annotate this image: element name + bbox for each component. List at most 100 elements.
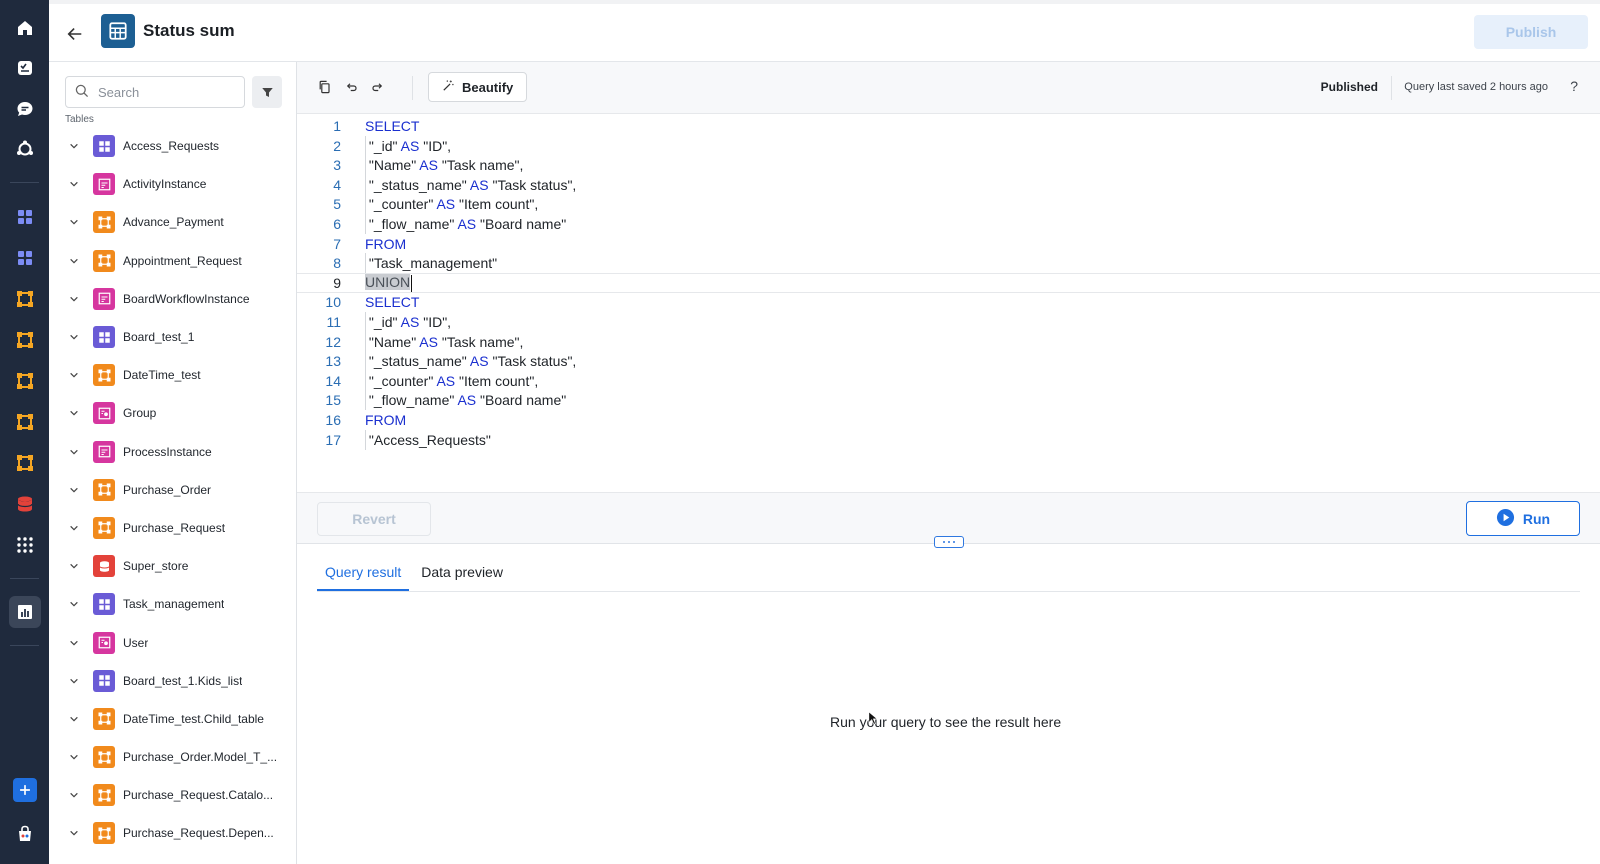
sql-keyword: SELECT: [365, 118, 420, 134]
table-list-item[interactable]: ProcessInstance: [65, 433, 290, 471]
filter-icon[interactable]: [252, 76, 282, 108]
code-line: 13 "_status_name" AS "Task status",: [297, 351, 1600, 372]
chevron-down-icon[interactable]: [67, 826, 81, 840]
board-icon: [93, 593, 115, 616]
search-placeholder: Search: [98, 84, 140, 100]
grid-menu-icon[interactable]: [9, 529, 41, 561]
flow-icon: [93, 364, 115, 387]
text-caret: [411, 274, 413, 292]
chevron-down-icon[interactable]: [67, 368, 81, 382]
add-icon[interactable]: [13, 778, 37, 802]
table-list-item[interactable]: Super_store: [65, 547, 290, 585]
chevron-down-icon[interactable]: [67, 597, 81, 611]
code-text: "_status_name" AS "Task status",: [365, 353, 576, 369]
integrations-icon[interactable]: [9, 133, 41, 165]
chevron-down-icon[interactable]: [67, 292, 81, 306]
help-icon[interactable]: ?: [1570, 78, 1578, 94]
home-icon[interactable]: [9, 12, 41, 44]
table-list-item[interactable]: Purchase_Request.Catalo...: [65, 776, 290, 814]
sql-code-editor[interactable]: 1 SELECT 2 "_id" AS "ID", 3 "Name" AS "Task…: [297, 114, 1600, 492]
chevron-down-icon[interactable]: [67, 636, 81, 650]
publish-button[interactable]: Publish: [1474, 15, 1588, 49]
chevron-down-icon[interactable]: [67, 788, 81, 802]
flow-icon[interactable]: [9, 447, 41, 479]
chevron-down-icon[interactable]: [67, 483, 81, 497]
chevron-down-icon[interactable]: [67, 406, 81, 420]
chevron-down-icon[interactable]: [67, 215, 81, 229]
code-token: "_id": [365, 137, 401, 154]
chevron-down-icon[interactable]: [67, 521, 81, 535]
copy-icon[interactable]: [314, 76, 336, 98]
table-list-item[interactable]: Advance_Payment: [65, 203, 290, 241]
code-line: 6 "_flow_name" AS "Board name": [297, 214, 1600, 234]
redo-icon[interactable]: [366, 76, 388, 98]
table-list-item[interactable]: Purchase_Order: [65, 471, 290, 509]
tab-data-preview[interactable]: Data preview: [413, 558, 511, 591]
table-name: DateTime_test: [123, 368, 201, 383]
line-number: 11: [326, 314, 341, 330]
flow-icon: [93, 746, 115, 769]
page-header: Status sum Publish: [49, 0, 1600, 62]
undo-icon[interactable]: [340, 76, 362, 98]
results-tabs: Query result Data preview: [317, 558, 1580, 592]
chevron-down-icon[interactable]: [67, 674, 81, 688]
search-icon: [74, 83, 90, 102]
code-line: 3 "Name" AS "Task name",: [297, 155, 1600, 176]
code-token: "Item count",: [455, 372, 539, 389]
table-list-item[interactable]: Group: [65, 394, 290, 432]
table-list-item[interactable]: DateTime_test.Child_table: [65, 700, 290, 738]
flow-icon[interactable]: [9, 283, 41, 315]
flow-icon[interactable]: [9, 365, 41, 397]
table-list-item[interactable]: Board_test_1: [65, 318, 290, 356]
table-name: Board_test_1: [123, 330, 195, 345]
run-button[interactable]: Run: [1466, 501, 1580, 536]
apps-icon[interactable]: [9, 242, 41, 274]
apps-icon[interactable]: [9, 201, 41, 233]
chevron-down-icon[interactable]: [67, 254, 81, 268]
chevron-down-icon[interactable]: [67, 177, 81, 191]
flow-icon[interactable]: [9, 406, 41, 438]
revert-button[interactable]: Revert: [317, 502, 431, 536]
chevron-down-icon[interactable]: [67, 445, 81, 459]
table-list-item[interactable]: ActivityInstance: [65, 165, 290, 203]
table-list-item[interactable]: DateTime_test: [65, 356, 290, 394]
code-token: "ID",: [419, 137, 452, 154]
tasks-icon[interactable]: [9, 52, 41, 84]
table-list-item[interactable]: BoardWorkflowInstance: [65, 280, 290, 318]
process-icon: [93, 440, 115, 463]
chevron-down-icon[interactable]: [67, 139, 81, 153]
table-name: Purchase_Order: [123, 482, 212, 497]
code-line: 16 FROM: [297, 410, 1600, 430]
table-list-item[interactable]: Purchase_Request: [65, 509, 290, 547]
search-input[interactable]: Search: [65, 76, 245, 108]
table-list-item[interactable]: Task_management: [65, 585, 290, 623]
code-line: 9 UNION: [297, 272, 1600, 293]
database-icon[interactable]: [9, 488, 41, 520]
run-label: Run: [1522, 510, 1551, 527]
code-text: "Name" AS "Task name",: [365, 334, 524, 350]
code-token: "_status_name": [365, 353, 470, 370]
tab-query-result[interactable]: Query result: [317, 558, 410, 591]
code-text: "_status_name" AS "Task status",: [365, 177, 576, 193]
flow-icon[interactable]: [9, 324, 41, 356]
code-text: "_counter" AS "Item count",: [365, 196, 538, 212]
code-line: 17 "Access_Requests": [297, 429, 1600, 450]
chevron-down-icon[interactable]: [67, 712, 81, 726]
table-list-item[interactable]: Access_Requests: [65, 127, 290, 165]
chevron-down-icon[interactable]: [67, 330, 81, 344]
panel-resize-handle[interactable]: [934, 536, 964, 548]
table-list-item[interactable]: User: [65, 623, 290, 661]
back-arrow-icon[interactable]: [63, 22, 87, 46]
chat-icon[interactable]: [9, 93, 41, 125]
table-list-item[interactable]: Appointment_Request: [65, 242, 290, 280]
chevron-down-icon[interactable]: [67, 750, 81, 764]
table-list-item[interactable]: Purchase_Order.Model_T_...: [65, 738, 290, 776]
sql-keyword: AS: [457, 216, 477, 232]
table-list-item[interactable]: Board_test_1.Kids_list: [65, 662, 290, 700]
flow-icon: [93, 822, 115, 845]
analytics-icon[interactable]: [9, 596, 41, 628]
store-bag-icon[interactable]: [9, 818, 41, 850]
beautify-button[interactable]: Beautify: [428, 72, 528, 102]
chevron-down-icon[interactable]: [67, 559, 81, 573]
table-list-item[interactable]: Purchase_Request.Depen...: [65, 814, 290, 852]
